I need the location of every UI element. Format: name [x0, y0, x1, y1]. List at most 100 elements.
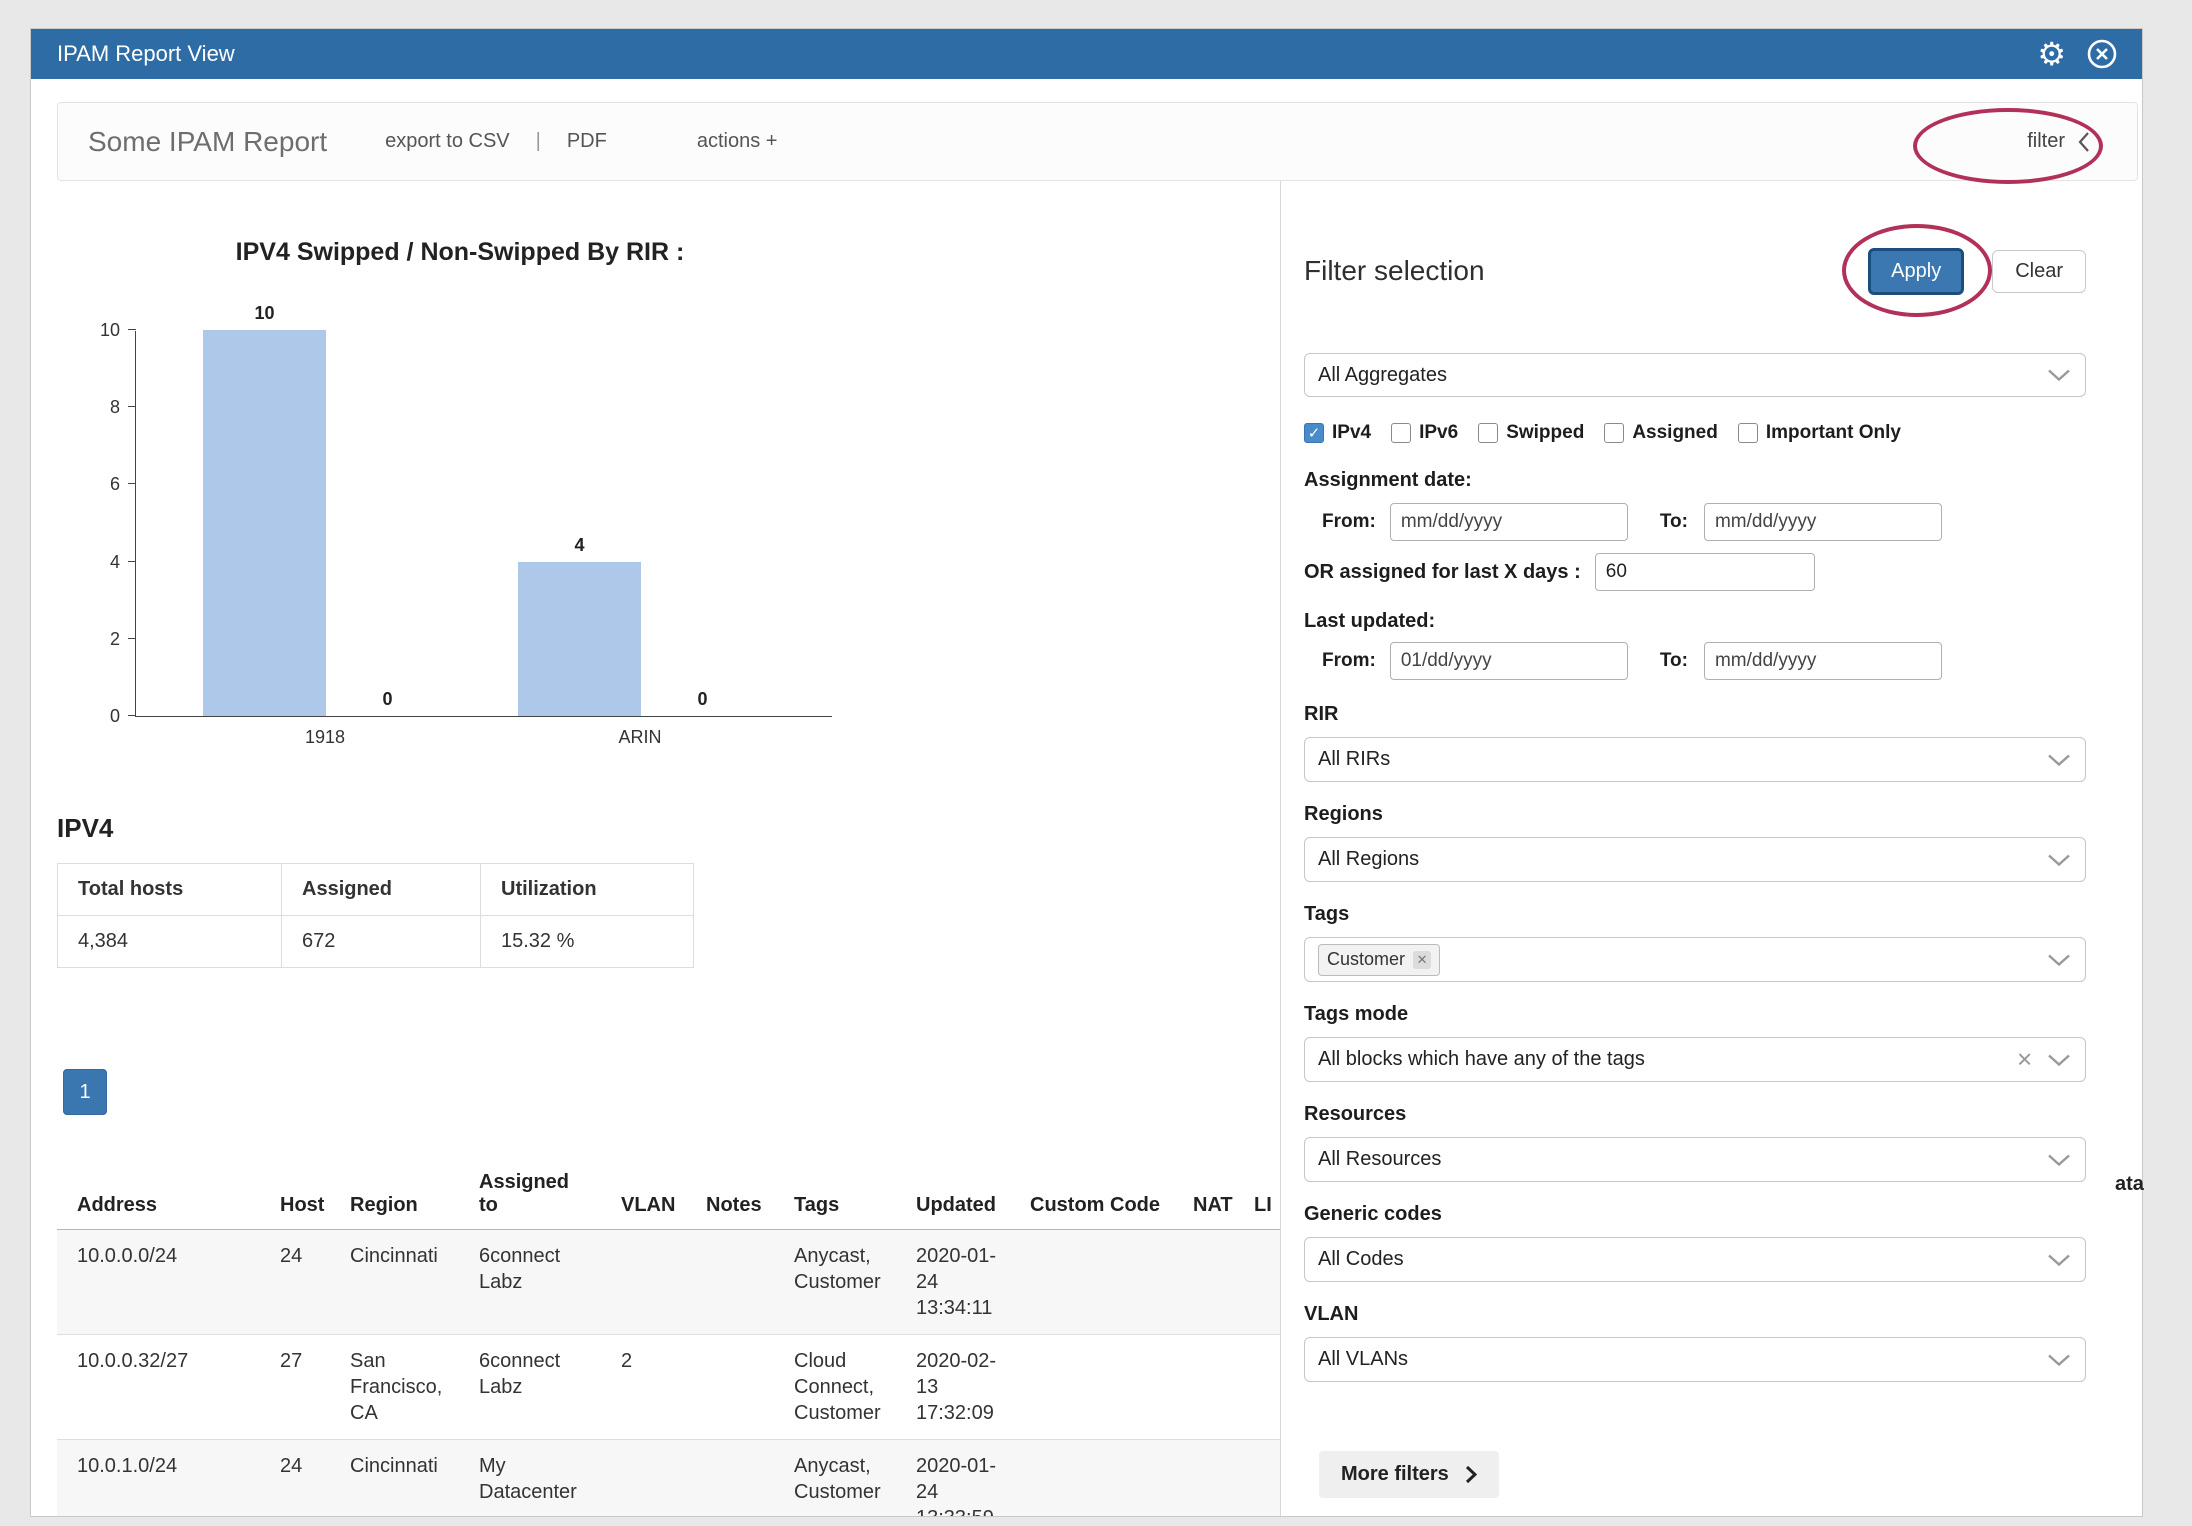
cell-nat: [1173, 1440, 1234, 1517]
col-header-host: Host: [260, 1159, 330, 1230]
cell-li: [1234, 1230, 1281, 1335]
bar-group-arin: 4 0: [518, 331, 764, 716]
cell-tags: Anycast, Customer: [774, 1230, 896, 1335]
regions-select[interactable]: All Regions: [1304, 837, 2086, 882]
cell-region: Cincinnati: [330, 1230, 459, 1335]
chevron-down-icon: [2047, 953, 2071, 966]
toolbar-divider: |: [536, 130, 541, 153]
tags-mode-select[interactable]: All blocks which have any of the tags ✕: [1304, 1037, 2086, 1082]
checkbox-ipv6[interactable]: IPv6: [1391, 422, 1458, 444]
chart-bar-value: 0: [326, 689, 449, 710]
checkbox-box[interactable]: [1604, 423, 1624, 443]
assigned-last-days-label: OR assigned for last X days :: [1304, 561, 1581, 584]
from-label: From:: [1322, 650, 1376, 672]
checkbox-box[interactable]: [1478, 423, 1498, 443]
aggregates-select-value: All Aggregates: [1318, 364, 1447, 387]
y-axis-tick-label: 2: [82, 629, 120, 649]
summary-row: 4,384 672 15.32 %: [58, 916, 694, 968]
table-row: 10.0.0.0/24 24 Cincinnati 6connect Labz …: [57, 1230, 1281, 1335]
col-header-notes: Notes: [686, 1159, 774, 1230]
export-pdf-button[interactable]: PDF: [567, 130, 607, 153]
filter-checkbox-row: ✓IPv4 IPv6 Swipped Assigned Important On…: [1304, 421, 2086, 445]
cell-updated: 2020-01-24 13:34:11: [896, 1230, 1010, 1335]
chart-bar-value: 4: [518, 535, 641, 556]
cell-nat: [1173, 1230, 1234, 1335]
aggregates-select[interactable]: All Aggregates: [1304, 353, 2086, 397]
settings-gear-icon[interactable]: ⚙: [2037, 38, 2066, 70]
cell-nat: [1173, 1335, 1234, 1440]
table-row: 10.0.0.32/27 27 San Francisco, CA 6conne…: [57, 1335, 1281, 1440]
close-icon[interactable]: [2086, 38, 2118, 70]
clear-button[interactable]: Clear: [1992, 250, 2086, 293]
filter-panel-heading: Filter selection: [1304, 255, 1485, 287]
cell-address: 10.0.0.32/27: [57, 1335, 260, 1440]
cell-assigned-to: 6connect Labz: [459, 1230, 601, 1335]
report-title: Some IPAM Report: [88, 126, 327, 158]
chart-bar-value: 10: [203, 303, 326, 324]
checkbox-assigned[interactable]: Assigned: [1604, 422, 1718, 444]
chevron-down-icon: [2047, 1053, 2071, 1066]
more-filters-label: More filters: [1341, 1463, 1449, 1486]
actions-menu-button[interactable]: actions +: [697, 130, 778, 153]
assignment-date-to-input[interactable]: [1704, 503, 1942, 541]
checkbox-box[interactable]: ✓: [1304, 423, 1324, 443]
checkbox-swipped[interactable]: Swipped: [1478, 422, 1584, 444]
checkbox-box[interactable]: [1391, 423, 1411, 443]
col-header-address: Address: [57, 1159, 260, 1230]
vlan-select[interactable]: All VLANs: [1304, 1337, 2086, 1382]
chart-bar-value: 0: [641, 689, 764, 710]
last-updated-row: From: To:: [1304, 642, 2086, 680]
y-axis-tick-mark: [128, 561, 136, 562]
checkbox-ipv4[interactable]: ✓IPv4: [1304, 422, 1371, 444]
ipam-report-window: IPAM Report View ⚙ Some IPAM Report expo…: [30, 28, 2143, 1517]
assigned-last-days-input[interactable]: [1595, 553, 1815, 591]
cell-updated: 2020-01-24 13:33:59: [896, 1440, 1010, 1517]
rir-label: RIR: [1304, 703, 2086, 725]
blocks-table-container: Address Host Region Assigned to VLAN Not…: [57, 1159, 1281, 1516]
cell-li: [1234, 1440, 1281, 1517]
chevron-down-icon: [2047, 1253, 2071, 1266]
bar-chart: 0 2 4 6 8 10 10 0: [135, 331, 832, 717]
checkbox-important-only[interactable]: Important Only: [1738, 422, 1901, 444]
summary-header-assigned: Assigned: [282, 864, 481, 916]
pagination-page-1-button[interactable]: 1: [63, 1069, 107, 1115]
rir-select[interactable]: All RIRs: [1304, 737, 2086, 782]
y-axis-tick-label: 4: [82, 552, 120, 572]
chevron-left-icon: [2077, 131, 2090, 153]
cell-host: 24: [260, 1230, 330, 1335]
remove-tag-icon[interactable]: ✕: [1413, 951, 1431, 969]
assigned-last-days-row: OR assigned for last X days :: [1304, 553, 2086, 591]
to-label: To:: [1660, 511, 1688, 533]
tag-chip-customer[interactable]: Customer ✕: [1318, 944, 1440, 976]
cell-vlan: [601, 1230, 686, 1335]
generic-codes-select[interactable]: All Codes: [1304, 1237, 2086, 1282]
ipv4-section-heading: IPV4: [57, 813, 113, 844]
regions-select-value: All Regions: [1318, 848, 1419, 871]
chart-bar-swipped-arin: [518, 562, 641, 716]
cell-custom-code: [1010, 1440, 1173, 1517]
last-updated-from-input[interactable]: [1390, 642, 1628, 680]
summary-utilization: 15.32 %: [481, 916, 694, 968]
more-filters-button[interactable]: More filters: [1319, 1451, 1499, 1498]
window-title: IPAM Report View: [57, 41, 235, 67]
tags-mode-select-value: All blocks which have any of the tags: [1318, 1048, 1645, 1071]
clear-selection-icon[interactable]: ✕: [2016, 1047, 2033, 1072]
assignment-date-row: From: To:: [1304, 503, 2086, 541]
resources-select[interactable]: All Resources: [1304, 1137, 2086, 1182]
col-header-region: Region: [330, 1159, 459, 1230]
last-updated-to-input[interactable]: [1704, 642, 1942, 680]
y-axis-tick-mark: [128, 483, 136, 484]
tags-select[interactable]: Customer ✕: [1304, 937, 2086, 982]
cell-notes: [686, 1230, 774, 1335]
y-axis-tick-mark: [128, 329, 136, 330]
cell-notes: [686, 1440, 774, 1517]
checkbox-box[interactable]: [1738, 423, 1758, 443]
regions-label: Regions: [1304, 803, 2086, 825]
cell-updated: 2020-02-13 17:32:09: [896, 1335, 1010, 1440]
assignment-date-from-input[interactable]: [1390, 503, 1628, 541]
apply-button[interactable]: Apply: [1868, 248, 1964, 295]
filter-toggle-button[interactable]: filter: [2027, 130, 2090, 153]
chevron-down-icon: [2047, 1353, 2071, 1366]
from-label: From:: [1322, 511, 1376, 533]
export-csv-button[interactable]: export to CSV: [385, 130, 510, 153]
